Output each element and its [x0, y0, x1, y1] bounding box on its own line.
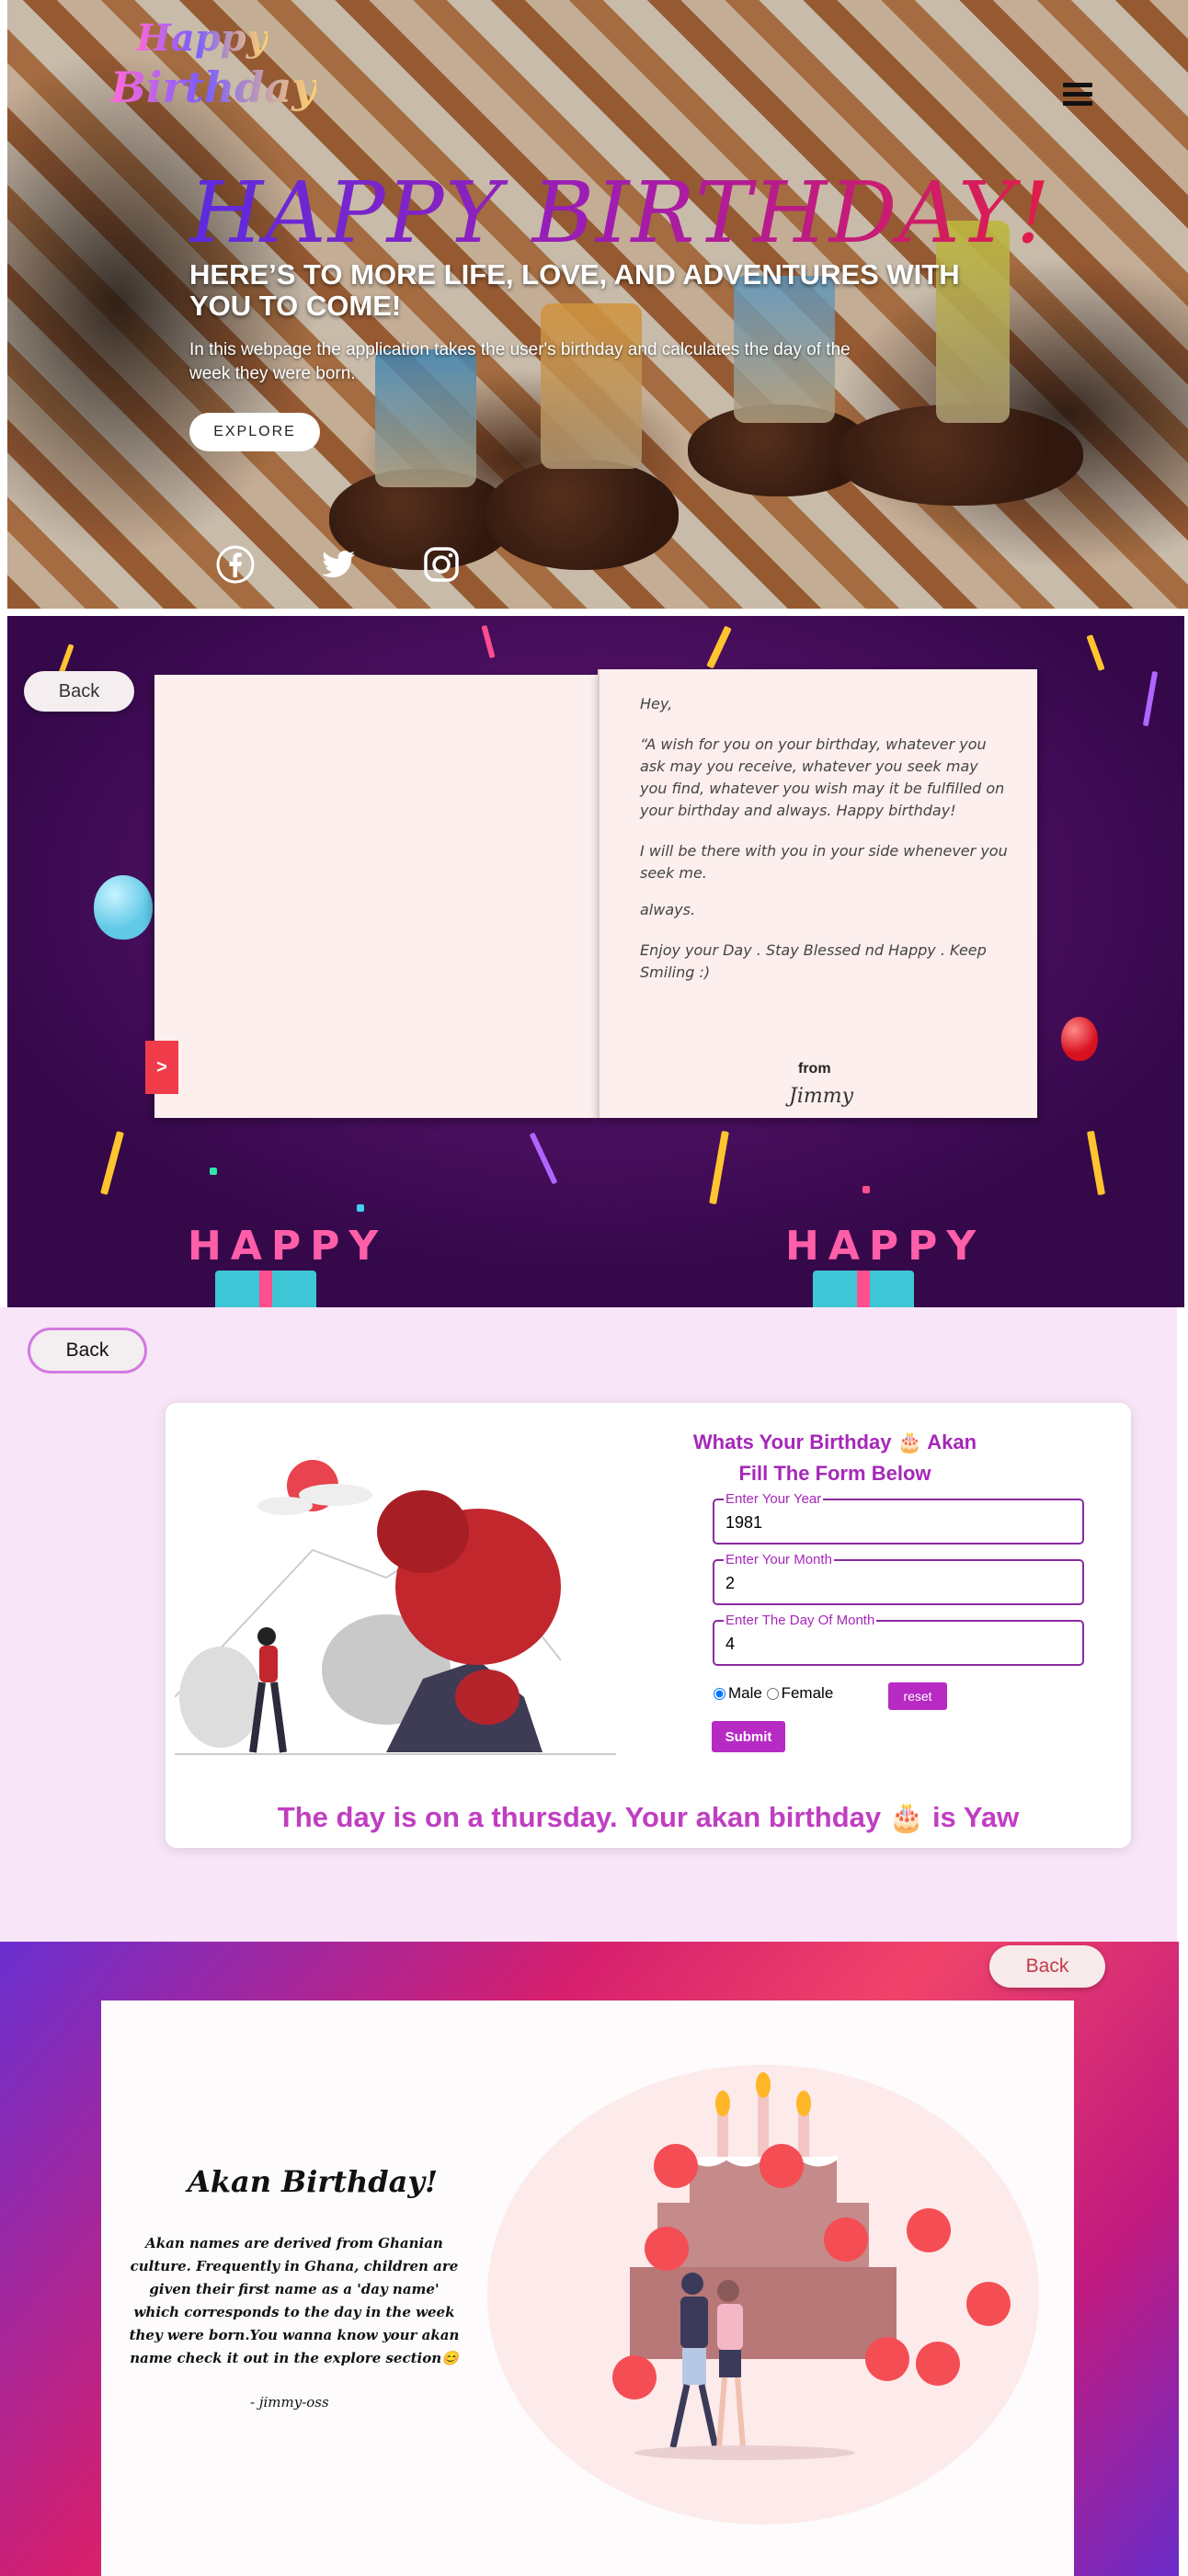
male-radio[interactable]	[714, 1688, 725, 1701]
akan-form-section: Back Whats Your Birthday 🎂 Akan Fill The…	[0, 1307, 1177, 1942]
confetti	[357, 1204, 364, 1212]
confetti	[706, 625, 732, 669]
confetti	[862, 1186, 870, 1193]
illustration-couple-cake	[487, 2065, 1039, 2525]
akan-description: Akan names are derived from Ghanian cult…	[129, 2235, 460, 2366]
akan-card: Akan Birthday! Akan names are derived fr…	[101, 2000, 1074, 2576]
logo-line-1: Happy	[136, 17, 268, 60]
confetti	[1086, 634, 1105, 671]
next-page-button[interactable]: >	[145, 1041, 178, 1094]
card-wish: “A wish for you on your birthday, whatev…	[640, 735, 1005, 819]
happy-banner-left: HAPPY	[188, 1223, 388, 1270]
hero-description: In this webpage the application takes th…	[189, 340, 851, 383]
confetti	[100, 1131, 124, 1195]
red-balloon	[1061, 1017, 1098, 1061]
male-label: Male	[728, 1684, 762, 1702]
happy-birthday-logo[interactable]: Happy Birthday	[110, 17, 316, 127]
year-input[interactable]	[725, 1513, 1066, 1533]
card-from-name: Jimmy	[789, 1085, 854, 1108]
confetti	[481, 624, 496, 659]
confetti	[210, 1168, 217, 1175]
confetti	[709, 1130, 729, 1205]
akan-back-button[interactable]: Back	[989, 1945, 1105, 1988]
gift-box-left	[215, 1271, 316, 1307]
month-input[interactable]	[725, 1574, 1066, 1593]
menu-icon[interactable]	[1063, 83, 1092, 107]
confetti	[529, 1132, 558, 1185]
hero-title: HAPPY BIRTHDAY!	[189, 164, 1052, 262]
card-from-label: from	[798, 1061, 831, 1077]
confetti	[1086, 1130, 1106, 1196]
happy-banner-right: HAPPY	[785, 1223, 986, 1270]
hero-subtitle: HERE’S TO MORE LIFE, LOVE, AND ADVENTURE…	[189, 258, 960, 322]
card-left-page	[154, 675, 598, 1118]
month-legend: Enter Your Month	[724, 1552, 834, 1567]
gender-radio-group: Male Female	[714, 1684, 833, 1703]
card-back-button[interactable]: Back	[24, 671, 134, 712]
female-radio[interactable]	[766, 1688, 779, 1701]
card-promise: I will be there with you in your side wh…	[640, 842, 1008, 882]
blue-balloon	[94, 875, 153, 940]
month-fieldset: Enter Your Month	[713, 1552, 1084, 1605]
instagram-icon[interactable]	[421, 544, 462, 585]
form-title: Whats Your Birthday 🎂 Akan Fill The Form…	[688, 1427, 982, 1489]
year-fieldset: Enter Your Year	[713, 1491, 1084, 1544]
birthday-card-section: HAPPY HAPPY Back Hey, “A wish for you on…	[7, 616, 1184, 1307]
illustration-woman-trees	[175, 1460, 616, 1755]
card-greeting: Hey,	[640, 695, 673, 712]
akan-signature: - jimmy-oss	[250, 2394, 329, 2411]
facebook-icon[interactable]	[215, 544, 256, 585]
card-always: always.	[640, 901, 696, 918]
akan-result: The day is on a thursday. Your akan birt…	[277, 1801, 1020, 1833]
form-title-line-1: Whats Your Birthday 🎂 Akan	[692, 1430, 977, 1453]
female-label: Female	[781, 1684, 834, 1702]
day-legend: Enter The Day Of Month	[724, 1613, 877, 1628]
twitter-icon[interactable]	[318, 544, 359, 585]
year-legend: Enter Your Year	[724, 1491, 824, 1507]
card-right-page: Hey, “A wish for you on your birthday, w…	[598, 669, 1037, 1118]
form-title-line-2: Fill The Form Below	[738, 1462, 931, 1485]
day-fieldset: Enter The Day Of Month	[713, 1613, 1084, 1666]
form-back-button[interactable]: Back	[28, 1328, 147, 1373]
logo-line-2: Birthday	[110, 63, 316, 112]
gift-box-right	[813, 1271, 914, 1307]
day-input[interactable]	[725, 1635, 1066, 1654]
reset-button[interactable]: reset	[888, 1682, 947, 1710]
form-card: Whats Your Birthday 🎂 Akan Fill The Form…	[166, 1403, 1131, 1848]
confetti	[1142, 670, 1159, 727]
hero-section: Happy Birthday HAPPY BIRTHDAY! HERE’S TO…	[7, 0, 1188, 609]
akan-info-section: Back Akan Birthday! Akan names are deriv…	[0, 1942, 1179, 2576]
explore-button[interactable]: EXPLORE	[189, 413, 320, 451]
card-closing: Enjoy your Day . Stay Blessed nd Happy .…	[640, 941, 987, 981]
submit-button[interactable]: Submit	[712, 1721, 785, 1752]
